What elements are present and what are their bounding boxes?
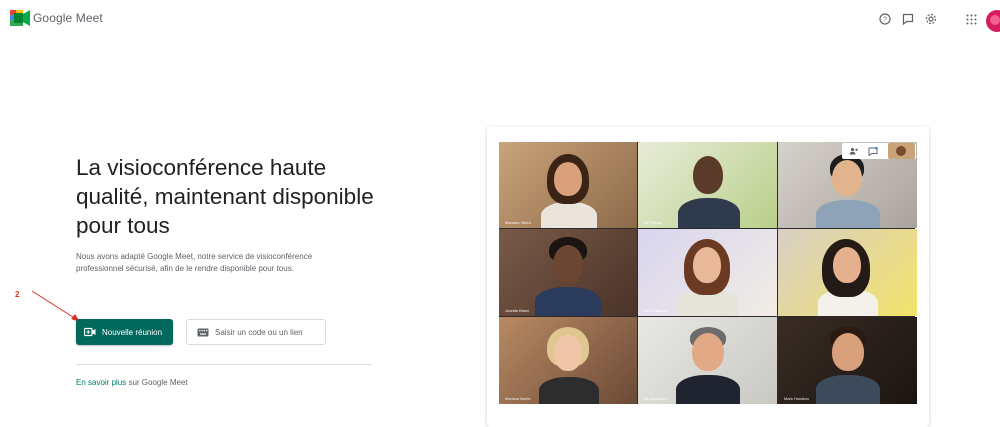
participant-tile: Mark Houston (778, 317, 917, 404)
video-add-icon (84, 326, 96, 338)
app-name[interactable]: Google Meet (33, 11, 103, 25)
new-meeting-label: Nouvelle réunion (102, 327, 163, 337)
account-avatar[interactable] (986, 10, 1000, 32)
participant-tile: Mariana Vieira (499, 142, 637, 228)
help-icon[interactable]: ? (876, 10, 894, 28)
top-bar: Google Meet ? (0, 0, 1000, 40)
learn-more-text: En savoir plus sur Google Meet (76, 378, 188, 387)
participant-name: Marissa Noble (505, 396, 531, 401)
participant-name: Ava Williams (644, 308, 667, 313)
feedback-icon[interactable] (899, 10, 917, 28)
settings-icon[interactable] (922, 10, 940, 28)
participant-tile: Eli Phelps (638, 142, 777, 228)
participant-tile: Ava Williams (638, 229, 777, 316)
participant-name: Mark Houston (784, 396, 809, 401)
participant-tile: Juanita Baker (499, 229, 637, 316)
meeting-code-input[interactable]: Saisir un code ou un lien (186, 319, 326, 345)
svg-text:?: ? (883, 17, 887, 24)
participant-name: Ian Anderson (644, 396, 668, 401)
new-meeting-button[interactable]: Nouvelle réunion (76, 319, 173, 345)
keyboard-icon (197, 327, 209, 337)
apps-grid-icon[interactable] (962, 10, 980, 28)
learn-more-suffix: sur Google Meet (126, 378, 188, 387)
page-description: Nous avons adapté Google Meet, notre ser… (76, 252, 313, 273)
video-grid: Mariana Vieira Eli Phelps Juanita Baker … (499, 142, 917, 404)
meet-logo-icon[interactable] (10, 10, 30, 26)
annotation-step-number: 2 (15, 290, 20, 299)
participant-name: Juanita Baker (505, 308, 530, 313)
page-headline: La visioconférence haute qualité, mainte… (76, 155, 374, 238)
participant-name: Mariana Vieira (505, 220, 531, 225)
meeting-code-placeholder: Saisir un code ou un lien (215, 327, 303, 337)
learn-more-link[interactable]: En savoir plus (76, 378, 126, 387)
participant-tile: Marissa Noble (499, 317, 637, 404)
people-icon (847, 145, 861, 157)
participant-tile (778, 229, 917, 316)
section-divider (76, 364, 372, 365)
participant-tile: Ian Anderson (638, 317, 777, 404)
self-view-thumbnail (888, 143, 915, 159)
participant-name: Eli Phelps (644, 220, 662, 225)
chat-icon (866, 145, 880, 157)
